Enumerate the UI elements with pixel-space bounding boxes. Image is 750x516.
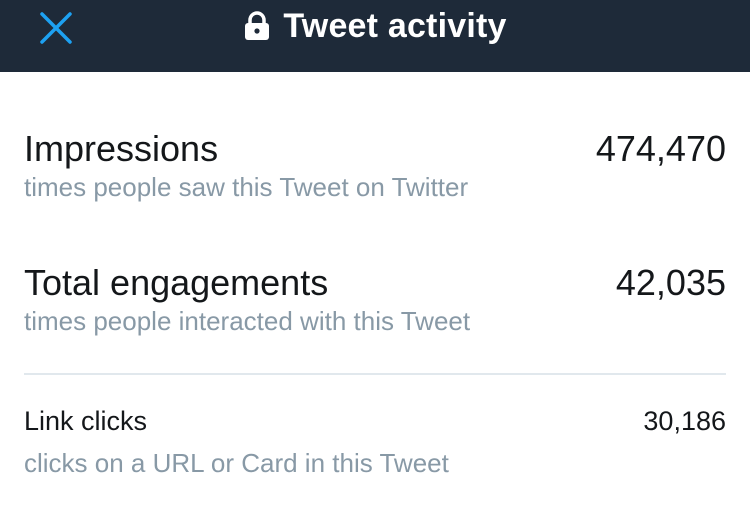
metric-total-engagements: Total engagements 42,035 times people in… xyxy=(24,262,726,342)
metric-label: Impressions xyxy=(24,128,219,169)
metric-description: times people saw this Tweet on Twitter xyxy=(24,172,469,202)
page-title: Tweet activity xyxy=(283,6,507,45)
metric-description: times people interacted with this Tweet xyxy=(24,306,471,336)
metric-value: 474,470 xyxy=(595,128,726,169)
metric-description: clicks on a URL or Card in this Tweet xyxy=(24,448,449,478)
header-bar: Tweet activity xyxy=(0,0,750,72)
divider xyxy=(24,373,726,375)
metric-link-clicks[interactable]: Link clicks 30,186 clicks on a URL or Ca… xyxy=(24,406,726,486)
metric-impressions: Impressions 474,470 times people saw thi… xyxy=(24,128,726,208)
metric-label: Link clicks xyxy=(24,406,148,436)
metric-label: Total engagements xyxy=(24,262,329,303)
metric-value: 30,186 xyxy=(643,406,726,436)
metric-value: 42,035 xyxy=(615,262,726,303)
title-group: Tweet activity xyxy=(0,6,750,46)
lock-icon xyxy=(245,11,270,40)
